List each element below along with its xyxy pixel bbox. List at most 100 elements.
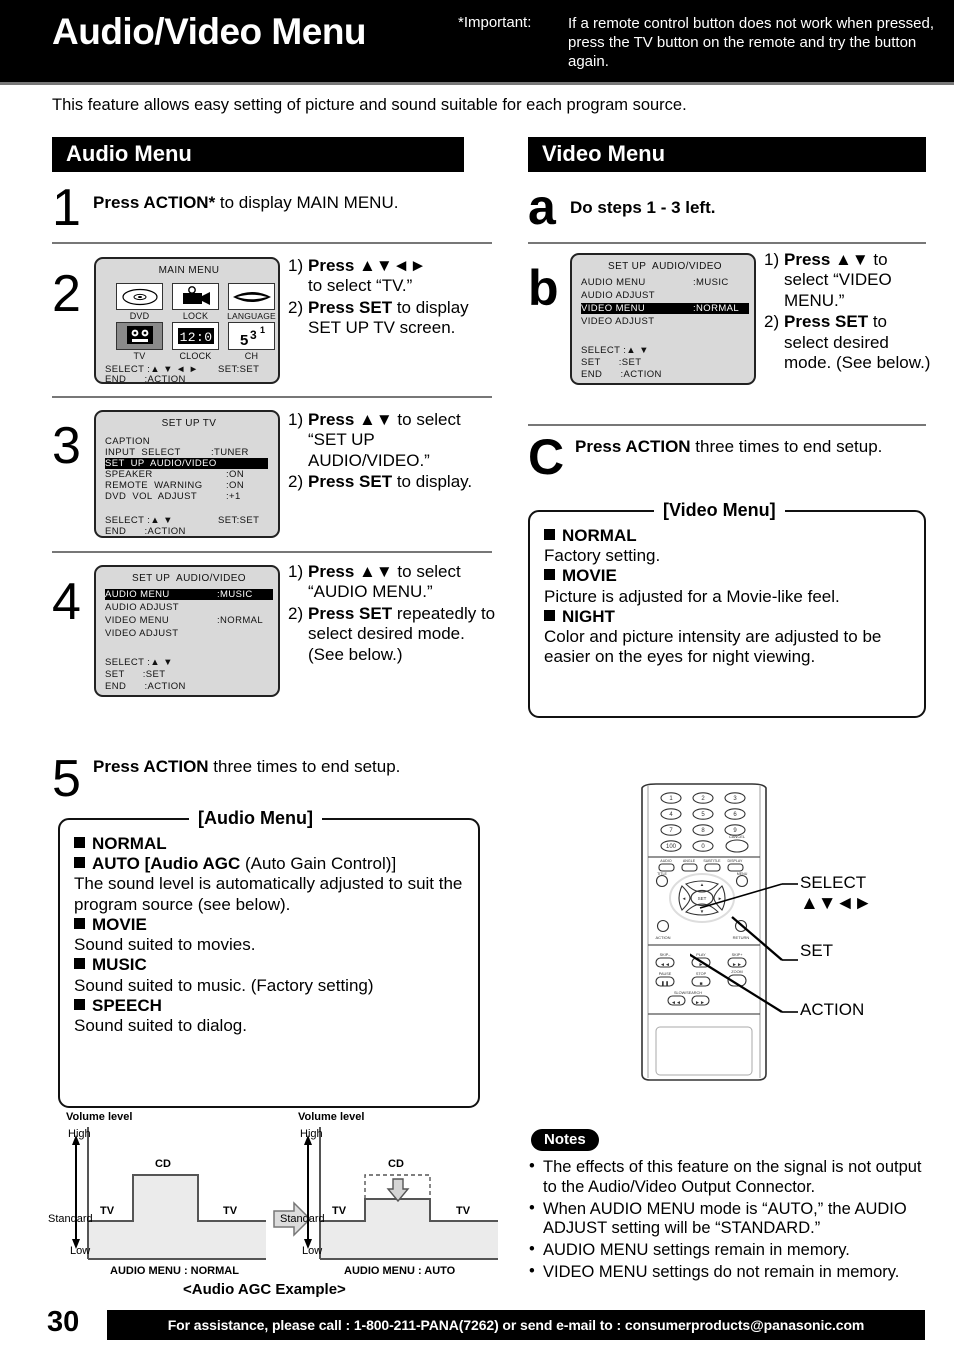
step-3-marker-1: 1): [288, 410, 304, 429]
video-option-movie: MOVIE Picture is adjusted for a Movie-li…: [544, 566, 912, 606]
step-5-rest: three times to end setup.: [208, 757, 401, 776]
osd-main-menu: MAIN MENU DVD LOCK LANGUAGE 12:0 531 TV …: [94, 257, 280, 384]
audio-agc-chart: Volume level High Standard Low TV CD TV …: [48, 1111, 498, 1298]
step-3-divider: [52, 551, 492, 553]
manual-page: Audio/Video Menu *Important: If a remote…: [0, 0, 954, 1372]
bullet-square-icon: [544, 569, 555, 581]
osd-tile-label-tv: TV: [133, 351, 146, 361]
video-option-movie-name: MOVIE: [562, 566, 617, 586]
step-1-number: 1: [52, 179, 81, 237]
osd-row-dvd-vol-adjust-value: :+1: [226, 491, 241, 502]
osd-tile-label-language: LANGUAGE: [227, 311, 276, 321]
step-b-letter: b: [528, 260, 559, 316]
note-item: • When AUDIO MENU mode is “AUTO,” the AUD…: [527, 1198, 935, 1240]
note-text-3: AUDIO MENU settings remain in memory.: [543, 1241, 850, 1260]
bullet-square-icon: [74, 917, 85, 929]
osd-tile-lock: [172, 283, 219, 310]
step-b-bold-2: Press SET: [784, 312, 869, 332]
select-callout-label: SELECT ▲▼◄►: [800, 873, 872, 915]
video-option-night-desc: Color and picture intensity are adjusted…: [544, 627, 882, 667]
chart-title: <Audio AGC Example>: [183, 1281, 346, 1298]
bullet-square-icon: [74, 958, 85, 970]
osd-tile-ch: 531: [228, 322, 275, 350]
svg-text:12:0: 12:0: [179, 330, 212, 345]
intro-text: This feature allows easy setting of pict…: [52, 96, 687, 114]
agc-panel-auto: [304, 1127, 498, 1260]
step-1-text: Press ACTION* to display MAIN MENU.: [93, 193, 493, 213]
osd-av-row-audio-menu-value: :MUSIC: [217, 589, 253, 600]
step-b-marker-2: 2): [764, 312, 780, 332]
osd-row-speaker: SPEAKER: [105, 469, 153, 480]
step-1-rest: to display MAIN MENU.: [215, 193, 399, 212]
chart-right-ylabel: Volume level: [298, 1111, 365, 1123]
step-5-text: Press ACTION three times to end setup.: [93, 757, 423, 777]
osd-set-up-tv-footer-end: END :ACTION: [105, 526, 186, 537]
osd-bv-row-audio-adjust: AUDIO ADJUST: [581, 290, 655, 301]
audio-option-normal-name: NORMAL: [92, 834, 167, 853]
select-callout-text: SELECT: [800, 873, 867, 892]
osd-bv-footer-select: SELECT :▲ ▼: [581, 345, 649, 356]
step-2-marker-2: 2): [288, 297, 304, 317]
step-b-instructions: 1) Press ▲▼ to select “VIDEO MENU.” 2) P…: [764, 250, 934, 374]
important-label: *Important:: [458, 14, 532, 31]
step-b-divider: [528, 424, 926, 426]
svg-text:100: 100: [666, 844, 677, 850]
svg-text:PAUSE: PAUSE: [659, 972, 672, 976]
step-a-divider: [528, 242, 926, 244]
osd-set-up-tv-footer-set: SET:SET: [218, 515, 260, 526]
audio-menu-options-box: [Audio Menu] NORMAL AUTO [Audio AGC (Aut…: [58, 808, 480, 1108]
chart-right-ytick-standard: Standard: [280, 1213, 325, 1225]
chart-right-seg-tv-2: TV: [456, 1205, 471, 1217]
video-menu-section-title: Video Menu: [528, 137, 926, 172]
note-text-4: VIDEO MENU settings do not remain in mem…: [543, 1262, 900, 1281]
osd-set-up-tv-footer-select: SELECT :▲ ▼: [105, 515, 173, 526]
audio-option-speech-desc: Sound suited to dialog.: [74, 1015, 247, 1035]
osd-av-row-video-adjust: VIDEO ADJUST: [105, 628, 179, 639]
step-a-text: Do steps 1 - 3 left.: [570, 198, 716, 217]
channel-icon: 531: [240, 325, 265, 348]
step-5-bold: Press ACTION: [93, 757, 209, 776]
step-4-item-1: 1) Press ▲▼ to select “AUDIO MENU.”: [288, 562, 496, 603]
clock-icon: 12:0: [177, 328, 214, 345]
step-2-instructions: 1) Press ▲▼◄► to select “TV.” 2) Press S…: [288, 256, 493, 340]
disc-icon: [121, 288, 158, 305]
osd-main-menu-footer-set: SET:SET: [218, 364, 260, 375]
osd-main-menu-title: MAIN MENU: [158, 265, 220, 276]
osd-tile-language: [228, 283, 275, 310]
notes-badge: Notes: [531, 1129, 599, 1151]
osd-row-speaker-value: :ON: [226, 469, 245, 480]
osd-set-up-tv-title: SET UP TV: [161, 418, 217, 429]
step-4-marker-1: 1): [288, 562, 304, 581]
step-3-marker-2: 2): [288, 472, 304, 492]
step-a-letter: a: [528, 179, 556, 235]
bullet-dot-icon: •: [529, 1198, 535, 1217]
footer-assistance-bar: For assistance, please call : 1-800-211-…: [107, 1310, 925, 1340]
select-callout-arrows: ▲▼◄►: [800, 893, 872, 914]
audio-option-movie-name: MOVIE: [92, 914, 147, 934]
agc-panel-normal: [72, 1127, 266, 1260]
notes-list: • The effects of this feature on the sign…: [527, 1157, 935, 1285]
audio-option-normal: NORMAL: [74, 834, 466, 854]
chart-left-ylabel: Volume level: [66, 1111, 133, 1123]
chart-right-ytick-high: High: [300, 1128, 323, 1140]
chart-left-ytick-standard: Standard: [48, 1213, 93, 1225]
bullet-square-icon: [544, 609, 555, 621]
osd-tile-label-dvd: DVD: [129, 311, 150, 321]
chart-left-ytick-high: High: [68, 1128, 91, 1140]
osd-tile-label-clock: CLOCK: [179, 351, 212, 361]
step-1-divider: [52, 242, 492, 244]
osd-row-remote-warning-value: :ON: [226, 480, 245, 491]
osd-set-up-tv: SET UP TV CAPTION INPUT SELECT :TUNER SE…: [94, 410, 280, 538]
audio-option-auto-desc: The sound level is automatically adjuste…: [74, 874, 463, 914]
step-4-marker-2: 2): [288, 603, 304, 623]
osd-bv-row-audio-menu-value: :MUSIC: [693, 277, 729, 288]
note-text-2: When AUDIO MENU mode is “AUTO,” the AUDI…: [543, 1199, 907, 1238]
step-3-bold-1: Press ▲▼: [308, 410, 393, 429]
step-3-item-1: 1) Press ▲▼ to select “SET UP AUDIO/VIDE…: [288, 410, 493, 471]
step-3-instructions: 1) Press ▲▼ to select “SET UP AUDIO/VIDE…: [288, 410, 493, 494]
chart-left-seg-tv-1: TV: [100, 1205, 115, 1217]
audio-option-speech-name: SPEECH: [92, 995, 162, 1015]
page-number: 30: [47, 1306, 80, 1338]
audio-option-music: MUSIC Sound suited to music. (Factory se…: [74, 955, 466, 995]
osd-row-dvd-vol-adjust: DVD VOL ADJUST: [105, 491, 198, 502]
